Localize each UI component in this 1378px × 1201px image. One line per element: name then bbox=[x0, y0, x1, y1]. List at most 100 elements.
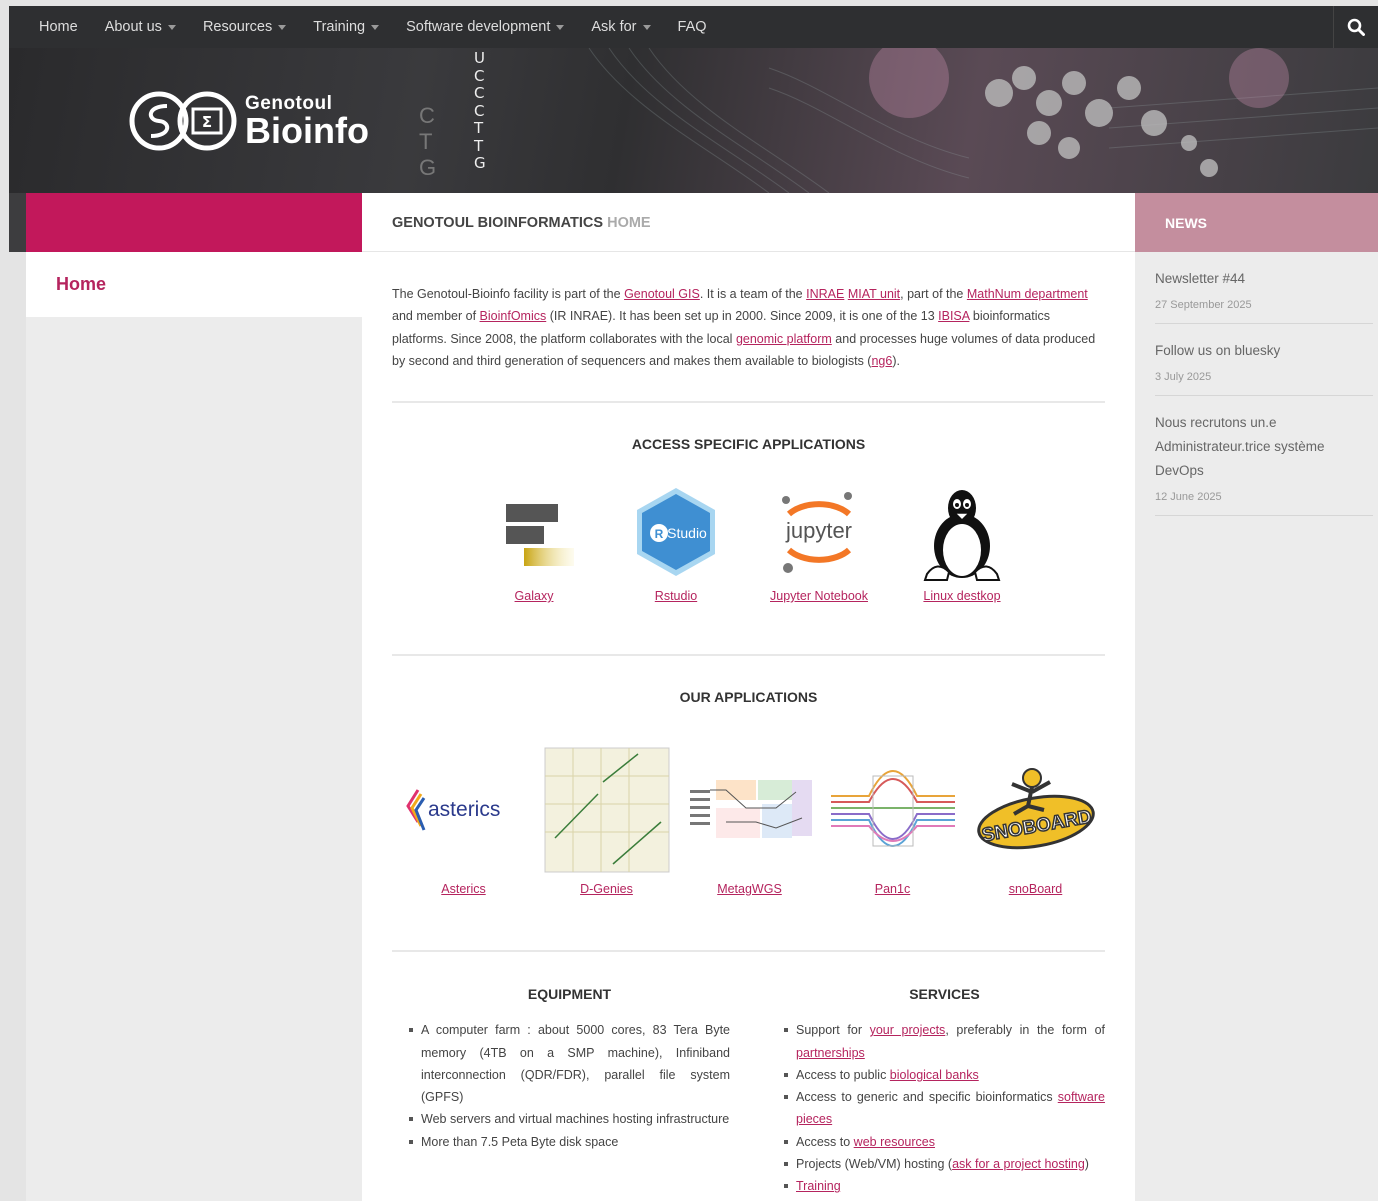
main-content: GENOTOUL BIOINFORMATICS HOME The Genotou… bbox=[362, 193, 1135, 1201]
link-your-projects[interactable]: your projects bbox=[870, 1023, 946, 1037]
app-link-linux[interactable]: Linux destkop bbox=[923, 589, 1000, 603]
news-item-title[interactable]: Nous recrutons un.e Administrateur.trice… bbox=[1155, 411, 1373, 483]
equipment-list: A computer farm : about 5000 cores, 83 T… bbox=[409, 1019, 730, 1153]
app-link-jupyter[interactable]: Jupyter Notebook bbox=[770, 589, 868, 603]
services-list: Support for your projects, preferably in… bbox=[784, 1019, 1105, 1197]
bg-letter: T bbox=[419, 129, 433, 154]
link-mathnum-department[interactable]: MathNum department bbox=[967, 287, 1088, 301]
nav-item-ask-for[interactable]: Ask for bbox=[591, 19, 651, 35]
app-link-rstudio[interactable]: Rstudio bbox=[655, 589, 697, 603]
galaxy-icon[interactable] bbox=[464, 477, 604, 587]
caret-down-icon bbox=[371, 24, 380, 30]
link-web-resources[interactable]: web resources bbox=[854, 1135, 935, 1149]
service-text: , preferably in the form of bbox=[945, 1023, 1105, 1038]
service-text: ) bbox=[1084, 1157, 1089, 1172]
equipment-section: EQUIPMENT A computer farm : about 5000 c… bbox=[409, 983, 730, 1153]
news-item-date: 27 September 2025 bbox=[1155, 299, 1252, 311]
app-tile-snoboard: SNOBOARD snoBoard bbox=[964, 740, 1107, 898]
intro-paragraph: The Genotoul-Bioinfo facility is part of… bbox=[392, 283, 1107, 372]
news-item: Follow us on bluesky 3 July 2025 bbox=[1155, 324, 1373, 396]
list-item: Access to public biological banks bbox=[784, 1064, 1105, 1086]
left-sidebar: Home bbox=[9, 193, 362, 1201]
nav-item-faq[interactable]: FAQ bbox=[678, 19, 707, 35]
services-title: SERVICES bbox=[909, 986, 980, 1002]
link-partnerships[interactable]: partnerships bbox=[796, 1046, 865, 1060]
link-training[interactable]: Training bbox=[796, 1179, 841, 1193]
app-tile-dgenies: D-Genies bbox=[535, 740, 678, 898]
app-tile-jupyter: jupyter Jupyter Notebook bbox=[749, 477, 889, 605]
divider bbox=[392, 950, 1105, 952]
dgenies-dotplot-image[interactable] bbox=[535, 740, 678, 880]
list-item: Web servers and virtual machines hosting… bbox=[409, 1108, 730, 1130]
app-link-snoboard[interactable]: snoBoard bbox=[1009, 882, 1063, 896]
genotoul-logo-icon: Σ bbox=[129, 91, 237, 151]
app-link-dgenies[interactable]: D-Genies bbox=[580, 882, 633, 896]
list-item: A computer farm : about 5000 cores, 83 T… bbox=[409, 1019, 730, 1108]
nav-menu: Home About us Resources Training Softwar… bbox=[9, 19, 734, 35]
link-bioinfomics[interactable]: BioinfOmics bbox=[480, 309, 547, 323]
jupyter-icon[interactable]: jupyter bbox=[749, 477, 889, 587]
page-title: GENOTOUL BIOINFORMATICS HOME bbox=[362, 193, 1135, 252]
link-miat-unit[interactable]: MIAT unit bbox=[848, 287, 900, 301]
list-item: Support for your projects, preferably in… bbox=[784, 1019, 1105, 1064]
rstudio-icon[interactable]: R Studio bbox=[606, 477, 746, 587]
app-link-metagwgs[interactable]: MetagWGS bbox=[717, 882, 782, 896]
metagwgs-workflow-image[interactable] bbox=[678, 740, 821, 880]
news-item-title[interactable]: Newsletter #44 bbox=[1155, 267, 1373, 291]
asterics-logo[interactable]: asterics bbox=[392, 740, 535, 880]
app-link-pan1c[interactable]: Pan1c bbox=[875, 882, 910, 896]
news-title: NEWS bbox=[1135, 193, 1378, 252]
nav-item-training[interactable]: Training bbox=[313, 19, 380, 35]
site-header: U C C C T T G C T G Σ Genotoul Bioinfo bbox=[9, 48, 1378, 193]
linux-tux-icon[interactable] bbox=[892, 477, 1032, 587]
link-biological-banks[interactable]: biological banks bbox=[890, 1068, 979, 1082]
sidebar-accent-bar bbox=[9, 193, 362, 252]
dna-letter: C bbox=[474, 84, 485, 102]
link-genotoul-gis[interactable]: Genotoul GIS bbox=[624, 287, 700, 301]
link-ibisa[interactable]: IBISA bbox=[938, 309, 969, 323]
app-link-galaxy[interactable]: Galaxy bbox=[515, 589, 554, 603]
search-button[interactable] bbox=[1333, 6, 1378, 48]
pan1c-graph-image[interactable] bbox=[821, 740, 964, 880]
intro-text: , part of the bbox=[900, 287, 967, 301]
link-ng6[interactable]: ng6 bbox=[871, 354, 892, 368]
service-text: Support for bbox=[796, 1023, 870, 1038]
dna-letter: U bbox=[474, 49, 485, 67]
site-logo[interactable]: Σ Genotoul Bioinfo bbox=[129, 88, 369, 154]
dna-letter: T bbox=[474, 136, 484, 155]
divider bbox=[392, 654, 1105, 656]
link-inrae[interactable]: INRAE bbox=[806, 287, 844, 301]
rstudio-icon-letter: R bbox=[655, 527, 664, 541]
nav-item-about-us[interactable]: About us bbox=[105, 19, 176, 35]
logo-wordmark: Genotoul Bioinfo bbox=[245, 94, 369, 149]
caret-down-icon bbox=[642, 24, 651, 30]
news-item-title[interactable]: Follow us on bluesky bbox=[1155, 339, 1373, 363]
service-text: Access to generic and specific bioinform… bbox=[796, 1090, 1058, 1105]
nav-item-home[interactable]: Home bbox=[39, 19, 78, 35]
svg-text:Σ: Σ bbox=[202, 113, 212, 131]
link-genomic-platform[interactable]: genomic platform bbox=[736, 332, 832, 346]
dna-letter: C bbox=[474, 101, 485, 120]
bg-letter: C bbox=[419, 103, 435, 128]
app-link-asterics[interactable]: Asterics bbox=[441, 882, 485, 896]
services-section: SERVICES Support for your projects, pref… bbox=[784, 983, 1105, 1198]
dna-letter: T bbox=[474, 119, 484, 137]
our-applications-title: OUR APPLICATIONS bbox=[679, 689, 818, 705]
asterics-logo-text: asterics bbox=[428, 798, 500, 821]
nav-label: Ask for bbox=[591, 19, 637, 35]
news-sidebar: NEWS Newsletter #44 27 September 2025 Fo… bbox=[1135, 193, 1378, 1201]
access-section-title: ACCESS SPECIFIC APPLICATIONS bbox=[631, 436, 866, 452]
nav-label: Home bbox=[39, 19, 78, 35]
nav-item-software-development[interactable]: Software development bbox=[406, 19, 565, 35]
app-tile-rstudio: R Studio Rstudio bbox=[606, 477, 746, 605]
logo-big-text: Bioinfo bbox=[245, 109, 369, 151]
list-item: Access to web resources bbox=[784, 1131, 1105, 1153]
nav-item-resources[interactable]: Resources bbox=[203, 19, 287, 35]
sidebar-home-link[interactable]: Home bbox=[56, 274, 106, 295]
snoboard-logo[interactable]: SNOBOARD bbox=[964, 740, 1107, 880]
intro-text: . It is a team of the bbox=[699, 287, 807, 301]
link-ask-for-project-hosting[interactable]: ask for a project hosting bbox=[952, 1157, 1085, 1171]
nav-label: FAQ bbox=[677, 19, 707, 35]
dna-letter: G bbox=[474, 154, 486, 172]
jupyter-icon-text: jupyter bbox=[785, 518, 852, 543]
